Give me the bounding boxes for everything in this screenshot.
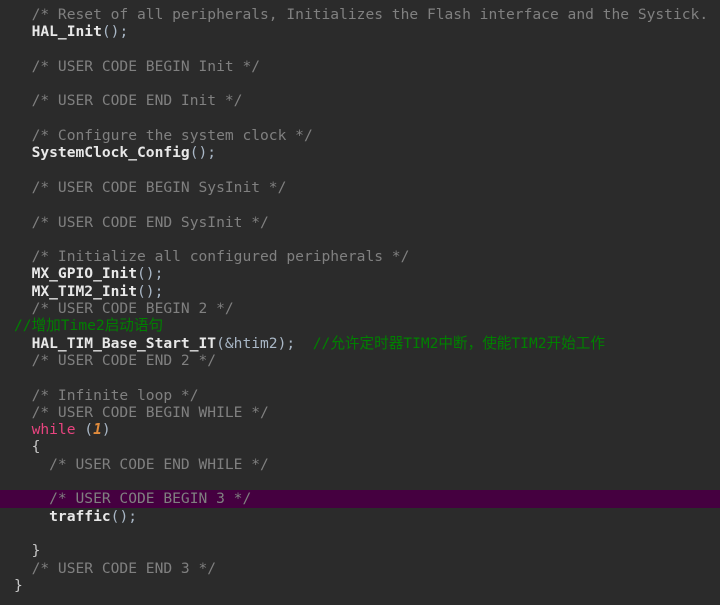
code-line[interactable] <box>0 473 720 490</box>
code-token: } <box>14 542 41 560</box>
code-line[interactable]: /* Configure the system clock */ <box>0 127 720 144</box>
code-token: /* USER CODE BEGIN 3 */ <box>14 490 252 508</box>
code-token: MX_GPIO_Init <box>14 265 138 283</box>
code-line[interactable] <box>0 525 720 542</box>
code-token: //允许定时器TIM2中断，使能TIM2开始工作 <box>295 334 605 352</box>
code-line[interactable]: } <box>0 577 720 594</box>
code-line[interactable] <box>0 231 720 248</box>
code-line[interactable]: /* Reset of all peripherals, Initializes… <box>0 6 720 23</box>
code-token: /* Reset of all peripherals, Initializes… <box>14 6 717 23</box>
code-token: /* USER CODE END 2 */ <box>14 351 217 369</box>
code-token: /* Configure the system clock */ <box>14 127 313 145</box>
code-token: /* USER CODE BEGIN 2 */ <box>14 300 234 318</box>
code-line[interactable]: SystemClock_Config(); <box>0 144 720 161</box>
code-line[interactable]: MX_GPIO_Init(); <box>0 265 720 282</box>
code-token: /* Initialize all configured peripherals… <box>14 248 410 266</box>
code-line[interactable]: MX_TIM2_Init(); <box>0 283 720 300</box>
code-editor[interactable]: /* Reset of all peripherals, Initializes… <box>0 0 720 605</box>
code-line-highlighted[interactable]: /* USER CODE BEGIN 3 */ <box>0 490 720 508</box>
code-token: (); <box>110 507 138 525</box>
code-line[interactable]: //增加Time2启动语句 <box>0 317 720 334</box>
code-line[interactable] <box>0 369 720 386</box>
code-token: { <box>14 438 41 456</box>
code-line[interactable]: /* USER CODE BEGIN Init */ <box>0 58 720 75</box>
code-line[interactable] <box>0 75 720 92</box>
code-token: ( <box>75 421 94 439</box>
code-line[interactable]: /* USER CODE BEGIN SysInit */ <box>0 179 720 196</box>
code-line[interactable]: traffic(); <box>0 508 720 525</box>
code-token: /* USER CODE BEGIN Init */ <box>14 57 261 75</box>
code-token: (); <box>189 144 217 162</box>
code-token: /* Infinite loop */ <box>14 386 199 404</box>
code-token: traffic <box>14 507 111 525</box>
code-token: //增加Time2启动语句 <box>14 317 164 335</box>
code-token: /* USER CODE END 3 */ <box>14 559 217 577</box>
code-line[interactable]: /* USER CODE END 2 */ <box>0 352 720 369</box>
code-token: HAL_TIM_Base_Start_IT <box>14 334 217 352</box>
code-line[interactable] <box>0 41 720 58</box>
code-line[interactable]: /* Infinite loop */ <box>0 387 720 404</box>
code-token: /* USER CODE END WHILE */ <box>14 455 269 473</box>
code-token: /* USER CODE BEGIN SysInit */ <box>14 178 287 196</box>
code-text-area[interactable]: /* Reset of all peripherals, Initializes… <box>0 6 720 594</box>
code-line[interactable]: HAL_Init(); <box>0 23 720 40</box>
code-token: 1 <box>93 421 102 439</box>
code-token: (); <box>101 23 129 41</box>
code-token: /* USER CODE END SysInit */ <box>14 213 269 231</box>
code-line[interactable]: /* USER CODE BEGIN 2 */ <box>0 300 720 317</box>
code-line[interactable]: HAL_TIM_Base_Start_IT(&htim2); //允许定时器TI… <box>0 335 720 352</box>
code-token: (&htim2); <box>216 334 296 352</box>
code-line[interactable]: /* USER CODE BEGIN WHILE */ <box>0 404 720 421</box>
code-line[interactable]: while (1) <box>0 421 720 438</box>
code-line[interactable]: { <box>0 438 720 455</box>
code-line[interactable] <box>0 110 720 127</box>
code-token: (); <box>137 282 164 300</box>
code-line[interactable]: /* USER CODE END 3 */ <box>0 560 720 577</box>
code-token: /* USER CODE BEGIN WHILE */ <box>14 403 269 421</box>
code-token: SystemClock_Config <box>14 144 190 162</box>
code-token: while <box>14 421 76 439</box>
code-token: MX_TIM2_Init <box>14 282 138 300</box>
code-line[interactable]: /* USER CODE END SysInit */ <box>0 214 720 231</box>
code-token: /* USER CODE END Init */ <box>14 92 243 110</box>
code-line[interactable] <box>0 196 720 213</box>
code-token: ) <box>101 421 111 439</box>
code-token: (); <box>137 265 164 283</box>
code-line[interactable]: /* USER CODE END Init */ <box>0 92 720 109</box>
code-line[interactable] <box>0 162 720 179</box>
code-line[interactable]: /* Initialize all configured peripherals… <box>0 248 720 265</box>
code-token: HAL_Init <box>14 23 102 41</box>
code-token: } <box>14 576 23 594</box>
code-line[interactable]: } <box>0 542 720 559</box>
code-line[interactable]: /* USER CODE END WHILE */ <box>0 456 720 473</box>
